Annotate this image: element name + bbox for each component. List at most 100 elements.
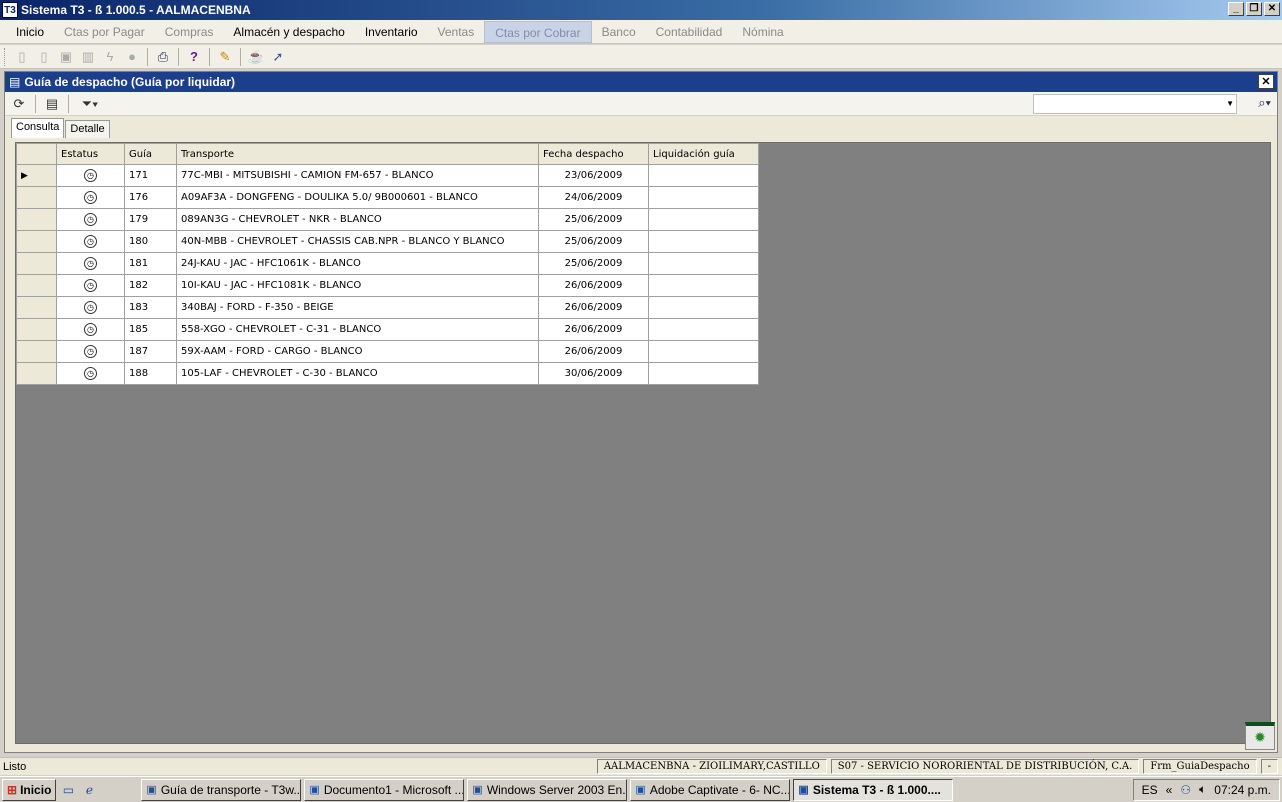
cell-estatus[interactable]: ◷	[56, 362, 125, 385]
column-header-fecha-despacho[interactable]: Fecha despacho	[538, 143, 649, 165]
cell-guia[interactable]: 187	[124, 340, 177, 363]
cell-transporte[interactable]: A09AF3A - DONGFENG - DOULIKA 5.0/ 9B0006…	[176, 186, 539, 209]
new-document-icon[interactable]: ▯	[13, 48, 31, 66]
cell-fecha-despacho[interactable]: 30/06/2009	[538, 362, 649, 385]
row-selector[interactable]	[16, 252, 57, 275]
lightning-icon[interactable]: ϟ	[101, 48, 119, 66]
start-button[interactable]: ⊞ Inicio	[2, 778, 57, 801]
cell-transporte[interactable]: 24J-KAU - JAC - HFC1061K - BLANCO	[176, 252, 539, 275]
cell-liquidacion-guia[interactable]	[648, 296, 759, 319]
cell-fecha-despacho[interactable]: 25/06/2009	[538, 208, 649, 231]
cell-liquidacion-guia[interactable]	[648, 340, 759, 363]
cell-estatus[interactable]: ◷	[56, 318, 125, 341]
cell-transporte[interactable]: 105-LAF - CHEVROLET - C-30 - BLANCO	[176, 362, 539, 385]
row-selector[interactable]	[16, 274, 57, 297]
row-selector[interactable]	[16, 208, 57, 231]
broom-icon[interactable]: ✎	[216, 48, 234, 66]
cell-transporte[interactable]: 40N-MBB - CHEVROLET - CHASSIS CAB.NPR - …	[176, 230, 539, 253]
volume-icon[interactable]: 🔈︎	[1199, 782, 1206, 797]
cell-estatus[interactable]: ◷	[56, 186, 125, 209]
table-row[interactable]: ▶ ◷ 171 77C-MBI - MITSUBISHI - CAMION FM-65…	[16, 164, 759, 187]
internet-explorer-icon[interactable]: ℯ	[80, 781, 98, 799]
menu-item-6[interactable]: Ctas por Cobrar	[484, 20, 592, 43]
taskbar-button-4[interactable]: ▣ Sistema T3 - ß 1.000....	[793, 778, 954, 801]
close-button[interactable]: ✕	[1264, 2, 1280, 16]
cell-transporte[interactable]: 10I-KAU - JAC - HFC1081K - BLANCO	[176, 274, 539, 297]
cell-transporte[interactable]: 340BAJ - FORD - F-350 - BEIGE	[176, 296, 539, 319]
cell-transporte[interactable]: 77C-MBI - MITSUBISHI - CAMION FM-657 - B…	[176, 164, 539, 187]
taskbar-button-3[interactable]: ▣ Adobe Captivate - 6- NC...	[630, 778, 791, 801]
cell-liquidacion-guia[interactable]	[648, 208, 759, 231]
menu-item-1[interactable]: Ctas por Pagar	[54, 21, 155, 43]
cell-estatus[interactable]: ◷	[56, 164, 125, 187]
open-document-icon[interactable]: ▯	[35, 48, 53, 66]
menu-item-2[interactable]: Compras	[155, 21, 224, 43]
coffee-icon[interactable]: ☕	[247, 48, 265, 66]
cell-fecha-despacho[interactable]: 26/06/2009	[538, 340, 649, 363]
help-icon[interactable]: ?	[185, 48, 203, 66]
cell-estatus[interactable]: ◷	[56, 274, 125, 297]
table-row[interactable]: ◷ 176 A09AF3A - DONGFENG - DOULIKA 5.0/ 9B…	[16, 186, 759, 209]
show-desktop-icon[interactable]: ▭	[59, 781, 77, 799]
taskbar-button-0[interactable]: ▣ Guía de transporte - T3w...	[141, 778, 302, 801]
new-record-icon[interactable]: ▤	[42, 94, 62, 114]
cell-liquidacion-guia[interactable]	[648, 318, 759, 341]
table-row[interactable]: ◷ 187 59X-AAM - FORD - CARGO - BLANCO 26/06…	[16, 340, 759, 363]
record-icon[interactable]: ●	[123, 48, 141, 66]
cell-liquidacion-guia[interactable]	[648, 274, 759, 297]
cell-transporte[interactable]: 59X-AAM - FORD - CARGO - BLANCO	[176, 340, 539, 363]
cell-estatus[interactable]: ◷	[56, 208, 125, 231]
cell-fecha-despacho[interactable]: 26/06/2009	[538, 296, 649, 319]
cell-estatus[interactable]: ◷	[56, 296, 125, 319]
row-selector[interactable]	[16, 362, 57, 385]
cell-estatus[interactable]: ◷	[56, 340, 125, 363]
cell-estatus[interactable]: ◷	[56, 252, 125, 275]
language-indicator[interactable]: ES	[1142, 783, 1158, 797]
print-icon[interactable]: ⎙	[154, 48, 172, 66]
table-row[interactable]: ◷ 180 40N-MBB - CHEVROLET - CHASSIS CAB.NP…	[16, 230, 759, 253]
search-input[interactable]: ▼	[1033, 94, 1237, 114]
cell-liquidacion-guia[interactable]	[648, 252, 759, 275]
cell-guia[interactable]: 179	[124, 208, 177, 231]
row-selector[interactable]	[16, 318, 57, 341]
cell-fecha-despacho[interactable]: 25/06/2009	[538, 230, 649, 253]
cell-guia[interactable]: 182	[124, 274, 177, 297]
cell-fecha-despacho[interactable]: 23/06/2009	[538, 164, 649, 187]
rocket-icon[interactable]: ➚	[269, 48, 287, 66]
column-header-estatus[interactable]: Estatus	[56, 143, 125, 165]
chevron-down-icon[interactable]: ▼	[1226, 99, 1234, 108]
row-selector[interactable]	[16, 186, 57, 209]
child-close-button[interactable]: ✕	[1258, 74, 1274, 89]
menu-item-7[interactable]: Banco	[592, 21, 646, 43]
table-row[interactable]: ◷ 183 340BAJ - FORD - F-350 - BEIGE 26/06/2…	[16, 296, 759, 319]
menu-item-0[interactable]: Inicio	[6, 21, 54, 43]
row-selector[interactable]	[16, 296, 57, 319]
table-row[interactable]: ◷ 181 24J-KAU - JAC - HFC1061K - BLANCO 25/…	[16, 252, 759, 275]
tray-expand-icon[interactable]: «	[1166, 783, 1173, 797]
table-row[interactable]: ◷ 185 558-XGO - CHEVROLET - C-31 - BLANCO 2…	[16, 318, 759, 341]
menu-item-4[interactable]: Inventario	[355, 21, 428, 43]
menu-item-5[interactable]: Ventas	[428, 21, 485, 43]
cell-fecha-despacho[interactable]: 26/06/2009	[538, 318, 649, 341]
search-icon[interactable]: ⌕▾	[1258, 95, 1271, 111]
column-header-transporte[interactable]: Transporte	[176, 143, 539, 165]
tab-consulta[interactable]: Consulta	[11, 118, 65, 138]
cell-guia[interactable]: 176	[124, 186, 177, 209]
refresh-icon[interactable]: ⟳	[9, 94, 29, 114]
bug-icon[interactable]: ✹	[1245, 722, 1275, 750]
cell-fecha-despacho[interactable]: 25/06/2009	[538, 252, 649, 275]
clock[interactable]: 07:24 p.m.	[1214, 783, 1271, 797]
row-selector[interactable]: ▶	[16, 164, 57, 187]
cell-guia[interactable]: 180	[124, 230, 177, 253]
row-selector[interactable]	[16, 230, 57, 253]
cell-guia[interactable]: 188	[124, 362, 177, 385]
column-header-liquidacion-guia[interactable]: Liquidación guía	[648, 143, 759, 165]
cell-liquidacion-guia[interactable]	[648, 230, 759, 253]
table-row[interactable]: ◷ 179 089AN3G - CHEVROLET - NKR - BLANCO 25…	[16, 208, 759, 231]
cell-estatus[interactable]: ◷	[56, 230, 125, 253]
table-row[interactable]: ◷ 188 105-LAF - CHEVROLET - C-30 - BLANCO 3…	[16, 362, 759, 385]
filter-icon[interactable]: ⏷▾	[75, 94, 105, 114]
menu-item-3[interactable]: Almacén y despacho	[223, 21, 354, 43]
save-icon[interactable]: ▣	[57, 48, 75, 66]
cell-fecha-despacho[interactable]: 26/06/2009	[538, 274, 649, 297]
